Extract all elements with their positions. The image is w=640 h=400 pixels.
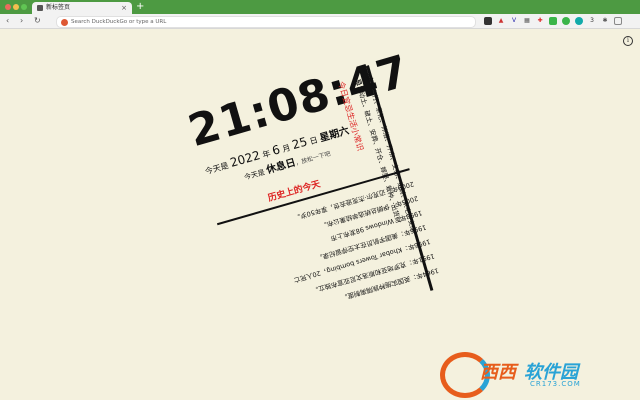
shield-icon[interactable] (484, 17, 492, 25)
rest-prefix: 今天是 (243, 168, 266, 182)
month-unit: 月 (281, 143, 292, 155)
back-button[interactable]: ‹ (6, 15, 9, 27)
watermark-logo: 西西 软件园 CR173.COM (440, 348, 620, 398)
circle-extension-icon[interactable] (575, 17, 583, 25)
triangle-icon[interactable]: ▲ (497, 17, 505, 25)
duckduckgo-icon (61, 18, 68, 26)
minimize-window-icon[interactable] (13, 4, 19, 10)
active-tab[interactable]: 新标签页 × (32, 2, 132, 14)
year-unit: 年 (261, 148, 272, 160)
tab-strip: 新标签页 × + (0, 0, 640, 14)
tab-title: 新标签页 (46, 4, 71, 11)
number-extension-icon[interactable]: 3 (588, 17, 596, 25)
close-window-icon[interactable] (5, 4, 11, 10)
history-title: 历史上的今天 (266, 179, 322, 205)
rest-day: 休息日 (265, 157, 298, 177)
address-bar[interactable]: Search DuckDuckGo or type a URL (56, 16, 476, 28)
wechat-icon[interactable] (549, 17, 557, 25)
reload-button[interactable]: ↻ (34, 15, 41, 27)
tab-close-icon[interactable]: × (121, 2, 127, 14)
puzzle-icon[interactable]: ✱ (601, 17, 609, 25)
watermark-url: CR173.COM (530, 380, 581, 388)
info-icon[interactable]: i (623, 36, 633, 46)
grid-icon[interactable]: ▦ (523, 17, 531, 25)
watermark-brand-1: 西西 (480, 362, 516, 383)
square-icon[interactable] (614, 17, 622, 25)
star-icon[interactable]: ✚ (536, 17, 544, 25)
tab-favicon-icon (37, 5, 43, 11)
maximize-window-icon[interactable] (21, 4, 27, 10)
browser-toolbar: ‹ › ↻ Search DuckDuckGo or type a URL ▲ … (0, 14, 640, 29)
chat-icon[interactable] (562, 17, 570, 25)
forward-button[interactable]: › (20, 15, 23, 27)
v-extension-icon[interactable]: V (510, 17, 518, 25)
address-placeholder: Search DuckDuckGo or type a URL (71, 19, 167, 25)
new-tab-button[interactable]: + (136, 1, 144, 13)
date-prefix: 今天是 (204, 160, 230, 177)
